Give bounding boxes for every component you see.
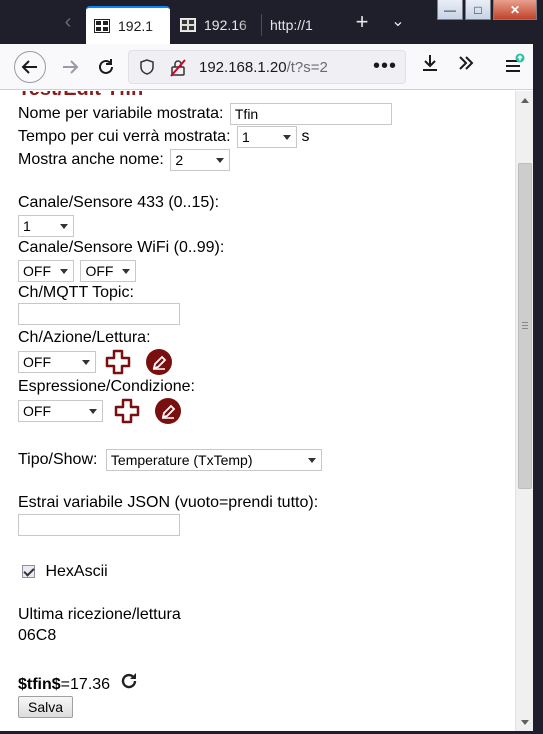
scroll-down-arrow-icon[interactable] (516, 714, 534, 730)
grid-favicon-icon (94, 19, 110, 33)
new-tab-plus-icon[interactable]: + (350, 10, 374, 34)
page-actions-menu-icon[interactable]: ••• (373, 55, 397, 78)
navigation-toolbar: 192.168.1.20/t?s=2 ••• (0, 44, 543, 90)
display-time-unit: s (301, 128, 310, 146)
chevron-down-icon (216, 158, 225, 163)
action-label: Ch/Azione/Lettura: (18, 329, 151, 346)
vertical-scrollbar[interactable] (515, 91, 533, 731)
display-time-label: Tempo per cui verrà mostrata: (18, 128, 231, 146)
chevron-down-icon (60, 224, 68, 229)
download-arrow-icon (423, 55, 437, 71)
json-label: Estrai variabile JSON (vuoto=prendi tutt… (18, 494, 319, 511)
add-plus-icon[interactable] (104, 348, 132, 376)
ch433-label: Canale/Sensore 433 (0..15): (18, 194, 220, 211)
edit-pencil-icon[interactable] (154, 397, 182, 425)
url-bar[interactable]: 192.168.1.20/t?s=2 ••• (128, 50, 406, 84)
type-select[interactable]: Temperature (TxTemp) (105, 449, 322, 471)
tab-scroll-left-icon[interactable]: ‹ (56, 10, 80, 34)
forward-button[interactable] (54, 51, 86, 83)
mqtt-topic-input[interactable] (18, 303, 180, 325)
last-reception-value: 06C8 (18, 627, 57, 644)
show-name-label: Mostra anche nome: (18, 151, 164, 169)
edit-pencil-icon[interactable] (145, 348, 173, 376)
maximize-button[interactable]: □ (465, 0, 491, 20)
last-reception-label: Ultima ricezione/lettura (18, 606, 181, 623)
double-chevron-right-icon (459, 56, 474, 70)
tab-bar: ‹ 192.1 192.16 http://1 + ⌄ — □ ✕ (0, 0, 543, 44)
close-window-button[interactable]: ✕ (493, 0, 537, 20)
mqtt-label: Ch/MQTT Topic: (18, 284, 134, 301)
save-button[interactable]: Salva (18, 696, 74, 718)
wifi-label: Canale/Sensore WiFi (0..99): (18, 239, 225, 256)
minimize-button[interactable]: — (437, 0, 463, 20)
arrow-right-icon (63, 60, 79, 74)
hexascii-checkbox[interactable] (22, 565, 35, 579)
wifi-select-2[interactable]: OFF (80, 260, 137, 282)
type-label: Tipo/Show: (18, 451, 98, 469)
expression-label: Espressione/Condizione: (18, 378, 195, 395)
chevron-down-icon (122, 269, 131, 274)
action-select[interactable]: OFF (18, 351, 96, 373)
json-extract-input[interactable] (18, 514, 180, 536)
tab-active[interactable]: 192.1 (86, 6, 170, 44)
reload-icon (99, 59, 113, 74)
chevron-down-icon (307, 458, 316, 463)
reload-button[interactable] (90, 51, 122, 83)
page-heading: Test/Edit Tfin (18, 91, 143, 101)
var-name-input[interactable] (229, 103, 392, 125)
variable-name: $tfin$ (18, 676, 61, 693)
app-menu-button[interactable] (500, 53, 528, 81)
refresh-icon[interactable] (119, 671, 139, 691)
tab-second[interactable]: 192.16 (172, 6, 260, 44)
var-name-label: Nome per variabile mostrata: (18, 105, 224, 123)
show-name-select[interactable]: 2 (170, 149, 231, 171)
arrow-left-icon (21, 60, 37, 74)
page-content: Test/Edit Tfin Nome per variabile mostra… (0, 91, 515, 731)
chevron-down-icon (60, 269, 68, 274)
chevron-down-icon (89, 409, 97, 414)
grid-favicon-icon (180, 18, 196, 32)
url-text: 192.168.1.20/t?s=2 (199, 59, 328, 76)
ch433-select[interactable]: 1 (18, 215, 74, 237)
chevron-down-icon (82, 360, 90, 365)
tab-label: http://1 (270, 17, 313, 33)
hexascii-label: HexAscii (45, 563, 108, 580)
wifi-select-1[interactable]: OFF (18, 260, 74, 282)
add-plus-icon[interactable] (113, 397, 141, 425)
shield-icon[interactable] (139, 59, 155, 75)
chevron-down-icon (282, 135, 291, 140)
scroll-up-arrow-icon[interactable] (516, 92, 534, 108)
display-time-select[interactable]: 1 (236, 126, 297, 148)
scrollbar-thumb[interactable] (518, 163, 532, 489)
window-controls: — □ ✕ (437, 0, 537, 20)
insecure-lock-icon[interactable] (169, 59, 187, 77)
expression-select[interactable]: OFF (18, 400, 103, 422)
downloads-button[interactable] (416, 53, 444, 81)
tab-list-chevron-icon[interactable]: ⌄ (386, 10, 410, 34)
overflow-chevron-button[interactable] (452, 53, 480, 81)
tab-third[interactable]: http://1 (262, 6, 336, 44)
hamburger-menu-icon (506, 53, 525, 72)
back-button[interactable] (14, 51, 46, 83)
variable-value: =17.36 (60, 676, 111, 693)
